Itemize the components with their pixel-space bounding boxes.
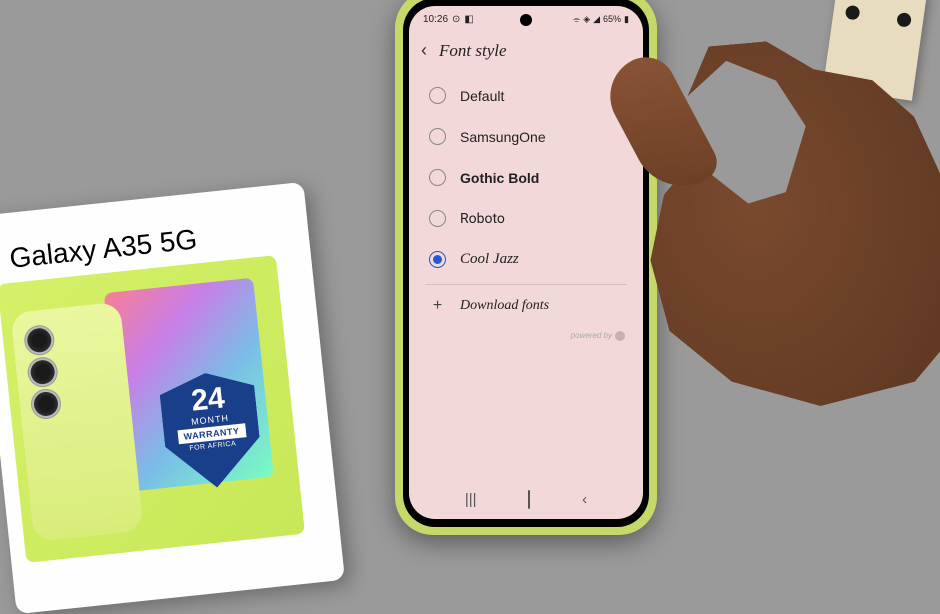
home-button[interactable]	[528, 491, 530, 508]
download-fonts-button[interactable]: + Download fonts	[425, 284, 627, 327]
provider-logo-icon	[615, 331, 625, 341]
font-option-default[interactable]: Default	[425, 75, 627, 116]
camera-lens-icon	[33, 391, 59, 417]
warranty-badge: 24 MONTH WARRANTY FOR AFRICA	[158, 368, 265, 492]
battery-percent: 65%	[603, 14, 621, 24]
product-box: Galaxy A35 5G 24 MONTH WARRANTY FOR AFRI…	[0, 182, 345, 614]
page-title: Font style	[439, 41, 507, 61]
font-option-samsungone[interactable]: SamsungOne	[425, 116, 627, 157]
front-camera	[520, 14, 532, 26]
font-option-roboto[interactable]: Roboto	[425, 198, 627, 239]
option-label: Cool Jazz	[460, 251, 519, 268]
back-nav-button[interactable]: ‹	[582, 491, 587, 508]
font-option-cool-jazz[interactable]: Cool Jazz	[425, 239, 627, 280]
product-box-art: 24 MONTH WARRANTY FOR AFRICA	[0, 255, 305, 563]
whatsapp-icon: ⊙	[452, 14, 460, 25]
screen-header: ‹ Font style	[409, 32, 643, 75]
badge-number: 24	[190, 383, 226, 416]
radio-icon	[429, 210, 446, 227]
powered-by-footer: powered by	[409, 327, 643, 345]
option-label: SamsungOne	[460, 129, 546, 145]
bluetooth-icon: ⌯	[573, 14, 580, 25]
wifi-icon: ◈	[583, 14, 590, 25]
back-button[interactable]: ‹	[421, 40, 427, 61]
option-label: Roboto	[460, 211, 505, 227]
plus-icon: +	[429, 297, 446, 315]
phone-screen: 10:26 ⊙ ◧ ⌯ ◈ ◢ 65% ▮ ‹ Font style	[409, 6, 643, 519]
option-label: Default	[460, 88, 504, 104]
font-options-list: Default SamsungOne Gothic Bold Roboto Co…	[409, 75, 643, 327]
signal-icon: ◢	[593, 14, 600, 25]
radio-icon	[429, 128, 446, 145]
recents-button[interactable]: |||	[465, 491, 477, 508]
camera-lens-icon	[29, 359, 55, 385]
option-label: Gothic Bold	[460, 170, 539, 186]
navigation-bar: ||| ‹	[409, 483, 643, 515]
camera-lens-icon	[26, 327, 52, 353]
notification-icon: ◧	[464, 14, 473, 25]
radio-selected-icon	[429, 251, 446, 268]
status-time: 10:26	[423, 14, 448, 25]
font-option-gothic-bold[interactable]: Gothic Bold	[425, 157, 627, 198]
radio-icon	[429, 87, 446, 104]
radio-icon	[429, 169, 446, 186]
download-label: Download fonts	[460, 298, 549, 314]
battery-icon: ▮	[624, 14, 629, 25]
